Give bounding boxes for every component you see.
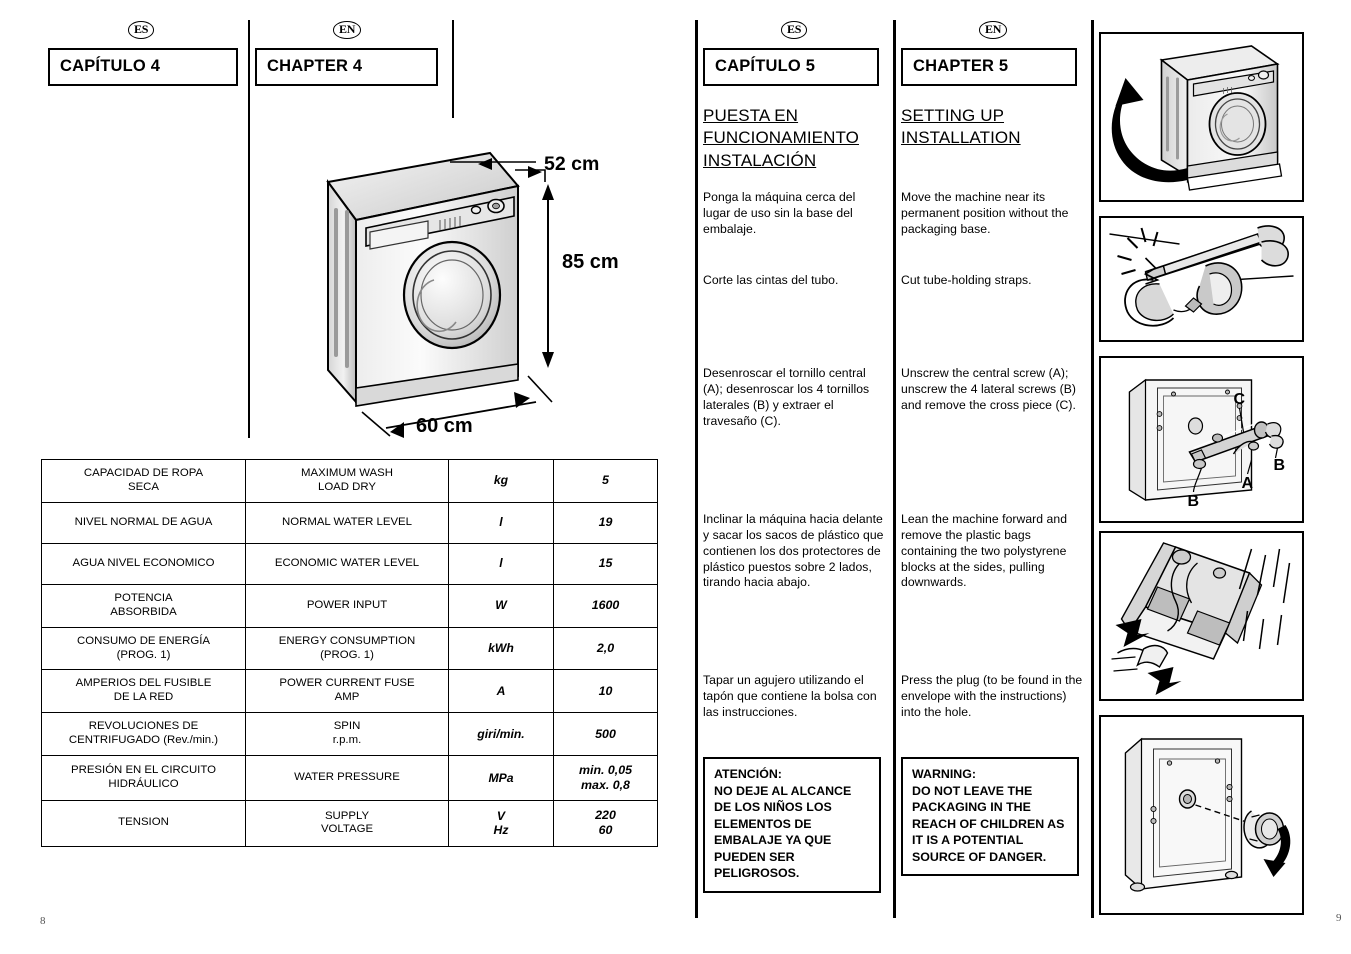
language-badge-en: EN [979, 20, 1008, 39]
spec-cell-en: ENERGY CONSUMPTION (PROG. 1) [245, 626, 449, 671]
vertical-divider-2 [893, 20, 896, 918]
spec-cell-en: SUPPLY VOLTAGE [245, 800, 449, 847]
step-text-es-1: Ponga la máquina cerca del lugar de uso … [703, 190, 856, 236]
step-text-en-2: Cut tube-holding straps. [901, 273, 1032, 287]
step-text-es-5: Tapar un agujero utilizando el tapón que… [703, 673, 877, 719]
table-row: PRESIÓN EN EL CIRCUITO HIDRÁULICO WATER P… [41, 755, 658, 802]
spec-cell-value: 10 [553, 669, 658, 714]
manual-spread: ES EN CAPÍTULO 4 CHAPTER 4 52 cm 85 cm 6… [0, 0, 1351, 954]
table-row: NIVEL NORMAL DE AGUA NORMAL WATER LEVEL l 1… [41, 501, 658, 544]
spec-cell-value: 500 [553, 712, 658, 757]
chapter-title-en: CHAPTER 5 [901, 48, 1077, 86]
svg-text:85 cm: 85 cm [562, 251, 619, 273]
vertical-divider-short [452, 20, 454, 118]
svg-text:52 cm: 52 cm [544, 153, 599, 175]
chapter-title-en: CHAPTER 4 [255, 48, 438, 86]
table-row: CAPACIDAD DE ROPA SECA MAXIMUM WASH LOAD … [41, 459, 658, 503]
spec-cell-value: 2,0 [553, 626, 658, 671]
spec-cell-es: AMPERIOS DEL FUSIBLE DE LA RED [41, 669, 246, 714]
chapter-title-es: CAPÍTULO 4 [48, 48, 238, 86]
chapter-title-es: CAPÍTULO 5 [703, 48, 879, 86]
spec-cell-value: 15 [553, 542, 658, 585]
step-text-es-4: Inclinar la máquina hacia delante y saca… [703, 512, 884, 590]
vertical-divider-1 [695, 20, 698, 918]
table-row: POTENCIA ABSORBIDA POWER INPUT W 1600 [41, 583, 658, 628]
warning-box-en: WARNING: DO NOT LEAVE THE PACKAGING IN T… [901, 757, 1079, 876]
step-text-en-3: Unscrew the central screw (A); unscrew t… [901, 366, 1076, 412]
spec-cell-unit: l [448, 542, 554, 585]
spec-cell-es: REVOLUCIONES DE CENTRIFUGADO (Rev./min.) [41, 712, 246, 757]
spec-cell-es: PRESIÓN EN EL CIRCUITO HIDRÁULICO [41, 755, 246, 802]
svg-text:C: C [1234, 391, 1246, 408]
step-text-en-4: Lean the machine forward and remove the … [901, 512, 1068, 590]
table-row: CONSUMO DE ENERGÍA (PROG. 1) ENERGY CONSU… [41, 626, 658, 671]
language-badge-en: EN [333, 20, 362, 39]
spec-cell-unit: kg [448, 459, 554, 503]
spec-cell-unit: kWh [448, 626, 554, 671]
spec-cell-unit: V Hz [448, 800, 554, 847]
spec-cell-unit: MPa [448, 755, 554, 802]
step-text-es-3: Desenroscar el tornillo central (A); des… [703, 366, 870, 428]
page-number-left: 8 [40, 915, 46, 927]
step-text-es-2: Corte las cintas del tubo. [703, 273, 839, 287]
spec-cell-unit: W [448, 583, 554, 628]
spec-cell-value: min. 0,05 max. 0,8 [553, 755, 658, 802]
spec-cell-es: AGUA NIVEL ECONOMICO [41, 542, 246, 585]
spec-cell-es: NIVEL NORMAL DE AGUA [41, 501, 246, 544]
vertical-divider-3 [1091, 20, 1094, 918]
specification-table: CAPACIDAD DE ROPA SECA MAXIMUM WASH LOAD … [41, 459, 658, 847]
spec-cell-unit: giri/min. [448, 712, 554, 757]
spec-cell-en: ECONOMIC WATER LEVEL [245, 542, 449, 585]
page-right: ES CAPÍTULO 5 PUESTA EN FUNCIONAMIENTO I… [690, 0, 1351, 954]
section-heading-en: SETTING UP INSTALLATION [901, 106, 1021, 148]
spec-cell-en: POWER INPUT [245, 583, 449, 628]
table-row: REVOLUCIONES DE CENTRIFUGADO (Rev./min.)… [41, 712, 658, 757]
step-text-en-1: Move the machine near its permanent posi… [901, 190, 1069, 236]
page-number-right: 9 [1336, 912, 1342, 924]
spec-cell-value: 5 [553, 459, 658, 503]
spec-cell-en: MAXIMUM WASH LOAD DRY [245, 459, 449, 503]
svg-text:60 cm: 60 cm [416, 415, 473, 437]
spec-cell-es: POTENCIA ABSORBIDA [41, 583, 246, 628]
illustration-insert-plug-into-hole [1099, 715, 1304, 915]
page-left: ES EN CAPÍTULO 4 CHAPTER 4 52 cm 85 cm 6… [0, 0, 690, 954]
illustration-tilt-machine-remove-bags [1099, 531, 1304, 701]
table-row: TENSION SUPPLY VOLTAGE V Hz 220 60 [41, 800, 658, 847]
svg-text:B: B [1188, 493, 1200, 510]
language-badge-es: ES [128, 20, 155, 39]
section-heading-es: PUESTA EN FUNCIONAMIENTO INSTALACIÓN [703, 106, 859, 170]
illustration-cut-straps-scissors [1099, 216, 1304, 342]
step-text-en-5: Press the plug (to be found in the envel… [901, 673, 1083, 719]
spec-cell-en: SPIN r.p.m. [245, 712, 449, 757]
vertical-divider [248, 20, 250, 438]
svg-text:A: A [1242, 475, 1254, 492]
illustration-machine-remove-base [1099, 32, 1304, 202]
spec-cell-value: 1600 [553, 583, 658, 628]
washing-machine-dimension-figure: 52 cm 85 cm 60 cm [300, 140, 670, 440]
warning-box-es: ATENCIÓN: NO DEJE AL ALCANCE DE LOS NIÑO… [703, 757, 881, 893]
spec-cell-value: 19 [553, 501, 658, 544]
spec-cell-en: POWER CURRENT FUSE AMP [245, 669, 449, 714]
table-row: AMPERIOS DEL FUSIBLE DE LA RED POWER CURR… [41, 669, 658, 714]
illustration-unscrew-transit-bolts: C B A B [1099, 356, 1304, 523]
spec-cell-unit: A [448, 669, 554, 714]
spec-cell-es: CONSUMO DE ENERGÍA (PROG. 1) [41, 626, 246, 671]
spec-cell-en: WATER PRESSURE [245, 755, 449, 802]
spec-cell-es: CAPACIDAD DE ROPA SECA [41, 459, 246, 503]
table-row: AGUA NIVEL ECONOMICO ECONOMIC WATER LEVEL… [41, 542, 658, 585]
spec-cell-es: TENSION [41, 800, 246, 847]
svg-text:B: B [1274, 457, 1286, 474]
spec-cell-value: 220 60 [553, 800, 658, 847]
spec-cell-en: NORMAL WATER LEVEL [245, 501, 449, 544]
spec-cell-unit: l [448, 501, 554, 544]
language-badge-es: ES [781, 20, 808, 39]
